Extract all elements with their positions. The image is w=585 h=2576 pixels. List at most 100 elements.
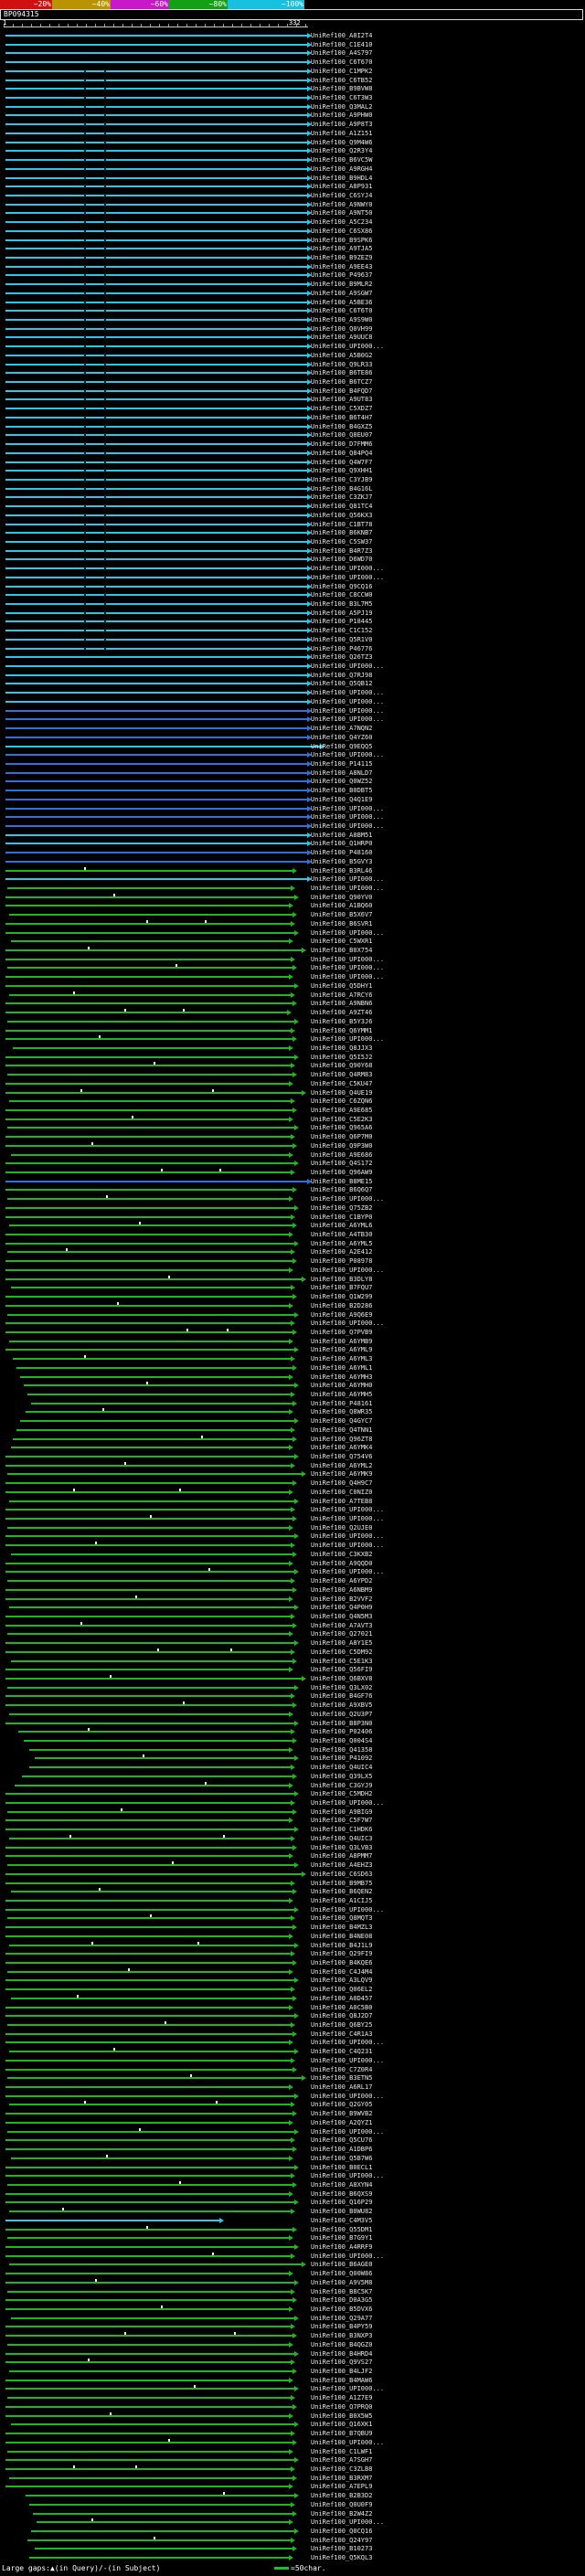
- hit-label[interactable]: UniRef100_C6T6T0: [311, 307, 372, 314]
- alignment-bar[interactable]: [29, 1746, 293, 1753]
- hit-label[interactable]: UniRef100_A8XYN4: [311, 2181, 372, 2189]
- alignment-bar[interactable]: [5, 1454, 299, 1459]
- alignment-bar[interactable]: [5, 654, 312, 661]
- hit-label[interactable]: UniRef100_UPI000...: [311, 1267, 384, 1274]
- alignment-bar[interactable]: [5, 476, 312, 482]
- hit-label[interactable]: UniRef100_Q41358: [311, 1746, 372, 1754]
- hit-label[interactable]: UniRef100_A5B0G2: [311, 352, 372, 359]
- alignment-bar[interactable]: [5, 796, 312, 802]
- alignment-bar[interactable]: [5, 263, 312, 270]
- hit-label[interactable]: UniRef100_Q3LVB3: [311, 1844, 372, 1851]
- hit-label[interactable]: UniRef100_P41092: [311, 1754, 372, 1762]
- hit-label[interactable]: UniRef100_Q3LX02: [311, 1684, 372, 1691]
- alignment-bar[interactable]: [7, 2074, 306, 2082]
- alignment-bar[interactable]: [5, 1897, 293, 1903]
- hit-label[interactable]: UniRef100_UPI000...: [311, 2253, 384, 2260]
- hit-label[interactable]: UniRef100_A1CIJ5: [311, 1897, 372, 1904]
- alignment-bar[interactable]: [5, 370, 312, 376]
- hit-label[interactable]: UniRef100_A9S9W0: [311, 316, 372, 323]
- alignment-bar[interactable]: [9, 2262, 306, 2268]
- hit-label[interactable]: UniRef100_Q9CQ16: [311, 583, 372, 590]
- alignment-bar[interactable]: [5, 2465, 295, 2472]
- hit-label[interactable]: UniRef100_A1Z151: [311, 130, 372, 137]
- alignment-bar[interactable]: [5, 1977, 299, 1984]
- alignment-bar[interactable]: [13, 1044, 293, 1051]
- hit-label[interactable]: UniRef100_B2W4Z2: [311, 2510, 372, 2518]
- hit-label[interactable]: UniRef100_B5DVX6: [311, 2306, 372, 2313]
- alignment-bar[interactable]: [5, 281, 312, 288]
- alignment-bar[interactable]: [5, 59, 312, 66]
- alignment-bar[interactable]: [5, 246, 312, 252]
- alignment-bar[interactable]: [18, 1728, 295, 1735]
- hit-label[interactable]: UniRef100_A0D457: [311, 1995, 372, 2002]
- hit-label[interactable]: UniRef100_UPI000...: [311, 1320, 384, 1327]
- hit-label[interactable]: UniRef100_C5DM92: [311, 1648, 372, 1656]
- hit-label[interactable]: UniRef100_A6YML6: [311, 1222, 372, 1229]
- hit-label[interactable]: UniRef100_A6YML9: [311, 1346, 372, 1353]
- hit-label[interactable]: UniRef100_B0X754: [311, 947, 372, 954]
- hit-label[interactable]: UniRef100_B9MB75: [311, 1880, 372, 1887]
- hit-label[interactable]: UniRef100_Q29A77: [311, 2315, 372, 2322]
- alignment-bar[interactable]: [7, 964, 297, 971]
- alignment-bar[interactable]: [5, 86, 312, 92]
- hit-label[interactable]: UniRef100_B7FQU7: [311, 1284, 372, 1291]
- alignment-bar[interactable]: [5, 601, 312, 607]
- hit-label[interactable]: UniRef100_UPI000...: [311, 1542, 384, 1549]
- hit-label[interactable]: UniRef100_UPI000...: [311, 1506, 384, 1513]
- hit-label[interactable]: UniRef100_C6T670: [311, 58, 372, 66]
- alignment-bar[interactable]: [5, 592, 312, 599]
- hit-label[interactable]: UniRef100_B10273: [311, 2545, 372, 2552]
- alignment-bar[interactable]: [5, 628, 312, 634]
- hit-label[interactable]: UniRef100_B7QBU9: [311, 2430, 372, 2437]
- alignment-bar[interactable]: [5, 726, 312, 732]
- alignment-bar[interactable]: [5, 219, 312, 226]
- hit-label[interactable]: UniRef100_Q4UE19: [311, 1089, 372, 1097]
- hit-label[interactable]: UniRef100_C6TB52: [311, 77, 372, 84]
- alignment-bar[interactable]: [5, 299, 312, 305]
- hit-label[interactable]: UniRef100_Q2U3P7: [311, 1711, 372, 1718]
- hit-label[interactable]: UniRef100_Q5DHY1: [311, 982, 372, 990]
- alignment-bar[interactable]: [29, 1765, 295, 1771]
- alignment-bar[interactable]: [9, 1498, 299, 1504]
- alignment-bar[interactable]: [9, 2101, 295, 2108]
- alignment-bar[interactable]: [5, 929, 299, 936]
- alignment-bar[interactable]: [5, 1258, 297, 1265]
- alignment-bar[interactable]: [9, 1098, 295, 1105]
- alignment-bar[interactable]: [13, 1355, 295, 1362]
- alignment-bar[interactable]: [7, 1311, 299, 1318]
- hit-label[interactable]: UniRef100_UPI000...: [311, 698, 384, 705]
- alignment-bar[interactable]: [5, 254, 312, 260]
- hit-label[interactable]: UniRef100_C1BT78: [311, 521, 372, 528]
- alignment-bar[interactable]: [5, 494, 312, 501]
- hit-label[interactable]: UniRef100_Q9P3W0: [311, 1142, 372, 1150]
- hit-label[interactable]: UniRef100_Q5CU76: [311, 2136, 372, 2144]
- hit-label[interactable]: UniRef100_B6SVR1: [311, 920, 372, 928]
- alignment-bar[interactable]: [5, 139, 312, 145]
- alignment-bar[interactable]: [5, 2431, 295, 2437]
- alignment-bar[interactable]: [5, 1560, 293, 1566]
- hit-label[interactable]: UniRef100_Q9XHH1: [311, 467, 372, 474]
- hit-label[interactable]: UniRef100_A5PJ19: [311, 610, 372, 617]
- hit-label[interactable]: UniRef100_UPI000...: [311, 343, 384, 350]
- hit-label[interactable]: UniRef100_A3LQV9: [311, 1977, 372, 1984]
- hit-label[interactable]: UniRef100_Q29FI9: [311, 1950, 372, 1957]
- hit-label[interactable]: UniRef100_A1Z7E9: [311, 2394, 372, 2401]
- alignment-bar[interactable]: [5, 769, 312, 776]
- hit-label[interactable]: UniRef100_Q5R1V0: [311, 636, 372, 643]
- alignment-bar[interactable]: [16, 1364, 297, 1371]
- alignment-bar[interactable]: [11, 2315, 299, 2321]
- hit-label[interactable]: UniRef100_UPI000...: [311, 956, 384, 963]
- alignment-bar[interactable]: [5, 1853, 293, 1860]
- alignment-bar[interactable]: [11, 938, 293, 945]
- alignment-bar[interactable]: [5, 504, 312, 510]
- hit-label[interactable]: UniRef100_Q06EL2: [311, 1986, 372, 1993]
- alignment-bar[interactable]: [5, 2403, 297, 2410]
- hit-label[interactable]: UniRef100_C4J4M4: [311, 1968, 372, 1976]
- alignment-bar[interactable]: [5, 2377, 293, 2383]
- alignment-bar[interactable]: [7, 1578, 295, 1585]
- alignment-bar[interactable]: [13, 1435, 297, 1442]
- alignment-bar[interactable]: [5, 1062, 295, 1069]
- alignment-bar[interactable]: [5, 893, 299, 900]
- alignment-bar[interactable]: [7, 1861, 299, 1869]
- hit-label[interactable]: UniRef100_Q0WZ52: [311, 778, 372, 785]
